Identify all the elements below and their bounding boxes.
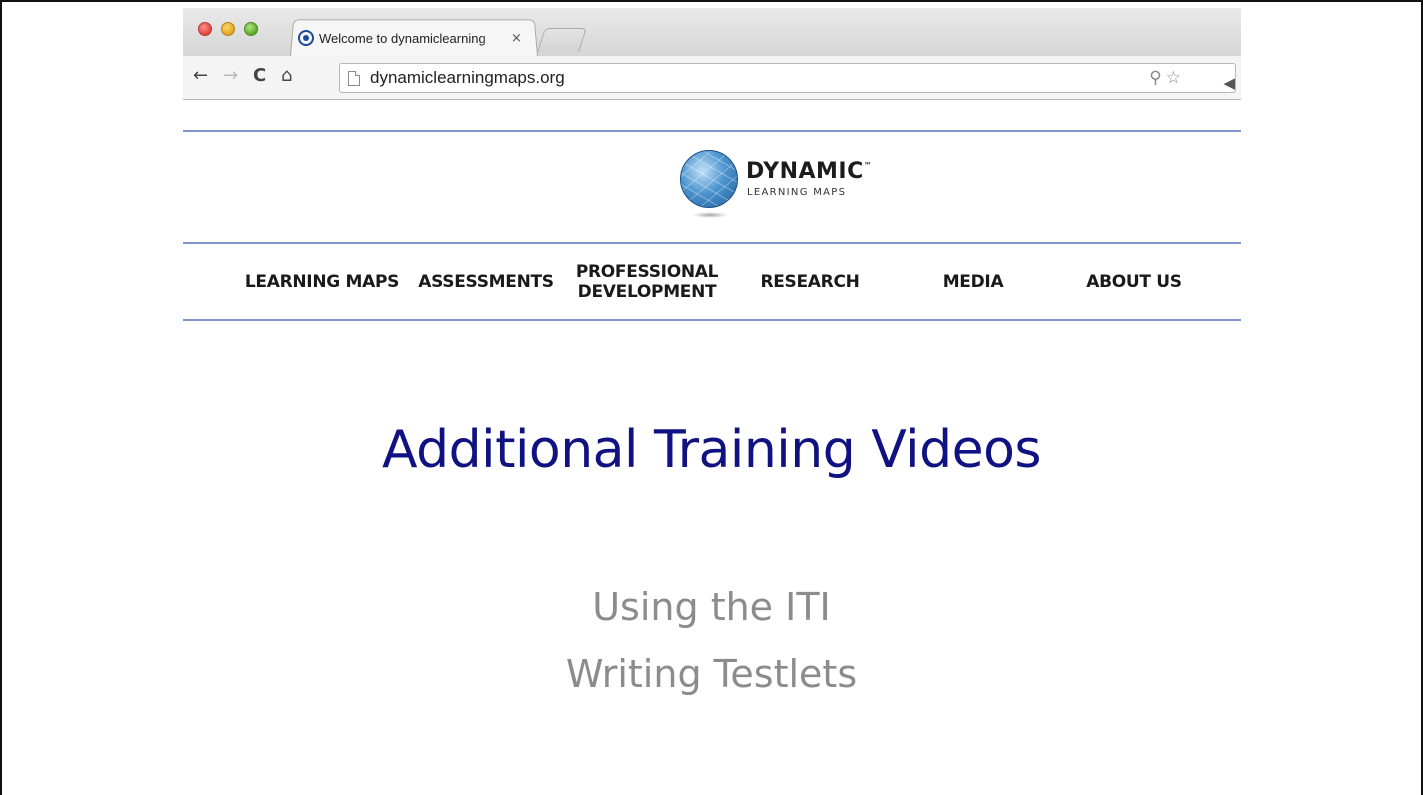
slide-subtitle-1: Using the ITI xyxy=(592,585,831,629)
globe-shadow xyxy=(692,212,728,218)
home-icon[interactable]: ⌂ xyxy=(281,66,292,86)
logo-wordmark: DYNAMIC™ xyxy=(746,159,873,184)
nav-assessments[interactable]: ASSESSMENTS xyxy=(416,246,556,318)
globe-icon xyxy=(680,150,738,208)
zoom-icon[interactable]: ⚲ xyxy=(1149,68,1161,88)
browser-window: Welcome to dynamiclearning × ← → C ⌂ dyn… xyxy=(183,8,1241,100)
bookmark-star-icon[interactable]: ☆ xyxy=(1166,68,1181,88)
reload-icon[interactable]: C xyxy=(253,66,266,86)
address-bar[interactable]: dynamiclearningmaps.org ⚲ ☆ xyxy=(339,63,1236,93)
trademark-symbol: ™ xyxy=(863,161,873,170)
header-rule-middle xyxy=(183,242,1241,244)
omnibox-actions: ⚲ ☆ xyxy=(1149,68,1181,88)
zoom-window-button[interactable] xyxy=(244,22,258,36)
header-rule-bottom xyxy=(183,319,1241,321)
favicon-icon xyxy=(298,30,314,46)
slide-title: Additional Training Videos xyxy=(381,420,1042,480)
tab-title: Welcome to dynamiclearning xyxy=(319,30,486,46)
page-icon xyxy=(348,70,360,86)
nav-professional-development[interactable]: PROFESSIONAL DEVELOPMENT xyxy=(571,246,723,318)
forward-arrow-icon[interactable]: → xyxy=(223,66,238,86)
nav-learning-maps[interactable]: LEARNING MAPS xyxy=(241,246,403,318)
site-navigation: LEARNING MAPS ASSESSMENTS PROFESSIONAL D… xyxy=(183,246,1241,318)
new-tab-button[interactable] xyxy=(537,28,587,52)
logo-subtitle: LEARNING MAPS xyxy=(747,187,847,198)
browser-toolbar: ← → C ⌂ dynamiclearningmaps.org ⚲ ☆ ◀ xyxy=(183,56,1241,100)
nav-about-us[interactable]: ABOUT US xyxy=(1073,246,1195,318)
header-rule-top xyxy=(183,130,1241,132)
slide-subtitle-2: Writing Testlets xyxy=(565,652,858,696)
nav-media[interactable]: MEDIA xyxy=(923,246,1023,318)
close-window-button[interactable] xyxy=(198,22,212,36)
nav-professional-line2: DEVELOPMENT xyxy=(577,282,717,302)
site-logo[interactable]: DYNAMIC™ LEARNING MAPS xyxy=(680,150,900,225)
browser-tab-content[interactable]: Welcome to dynamiclearning × xyxy=(298,24,530,52)
url-text[interactable]: dynamiclearningmaps.org xyxy=(370,68,565,88)
nav-research[interactable]: RESEARCH xyxy=(743,246,877,318)
back-arrow-icon[interactable]: ← xyxy=(193,66,208,86)
nav-professional-line1: PROFESSIONAL xyxy=(575,262,719,282)
tab-strip: Welcome to dynamiclearning × xyxy=(183,8,1241,56)
tab-close-icon[interactable]: × xyxy=(511,31,522,46)
audio-icon[interactable]: ◀ xyxy=(1223,74,1235,92)
minimize-window-button[interactable] xyxy=(221,22,235,36)
